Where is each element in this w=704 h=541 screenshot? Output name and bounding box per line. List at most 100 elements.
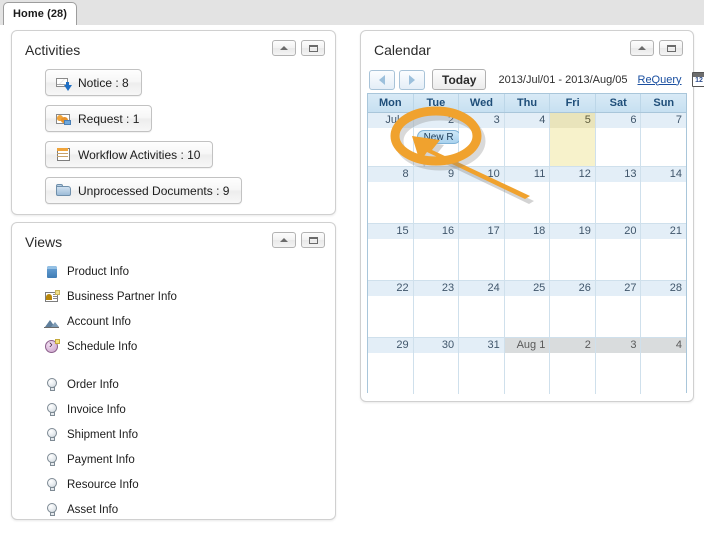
calendar-day-cell[interactable]: 31 — [459, 338, 505, 394]
calendar-day-number: 3 — [459, 113, 504, 128]
calendar-day-cell[interactable]: 22 — [368, 281, 414, 337]
views-maximize-button[interactable] — [301, 232, 325, 248]
calendar-day-number: Aug 1 — [504, 338, 550, 353]
calendar-day-number: 10 — [459, 167, 504, 182]
activities-collapse-button[interactable] — [272, 40, 296, 56]
calendar-day-cell[interactable]: 11 — [504, 167, 551, 223]
calendar-day-number: 2 — [413, 113, 459, 128]
calendar-day-cell[interactable]: 4 — [504, 113, 551, 166]
next-arrow-icon — [409, 74, 415, 85]
calendar-day-cell[interactable]: 16 — [413, 224, 460, 280]
views-item-invoice-info[interactable]: Invoice Info — [44, 397, 177, 422]
calendar-maximize-button[interactable] — [659, 40, 683, 56]
calendar-day-cell[interactable]: Jul 1 — [368, 113, 414, 166]
calendar-day-cell[interactable]: 14 — [641, 167, 687, 223]
calendar-collapse-button[interactable] — [630, 40, 654, 56]
calendar-day-cell[interactable]: 20 — [595, 224, 642, 280]
calendar-day-cell[interactable]: 29 — [368, 338, 414, 394]
views-item-business-partner-info[interactable]: Business Partner Info — [44, 284, 177, 309]
views-panel: Views Product Info Business Partner Info — [11, 222, 336, 520]
calendar-day-number: 16 — [413, 224, 459, 239]
activity-button-notice[interactable]: Notice : 8 — [45, 69, 142, 96]
calendar-day-cell-other-month[interactable]: 2 — [550, 338, 596, 394]
calendar-day-number: Jul 1 — [368, 113, 413, 128]
calendar-day-cell[interactable]: 15 — [368, 224, 414, 280]
calendar-day-number: 8 — [368, 167, 413, 182]
views-item-shipment-info[interactable]: Shipment Info — [44, 422, 177, 447]
calendar-next-button[interactable] — [399, 69, 425, 90]
prev-arrow-icon — [379, 74, 385, 85]
bulb-icon — [44, 402, 60, 418]
views-item-payment-info[interactable]: Payment Info — [44, 447, 177, 472]
calendar-day-cell[interactable]: 8 — [368, 167, 414, 223]
views-item-product-info[interactable]: Product Info — [44, 259, 177, 284]
calendar-day-cell-other-month[interactable]: 4 — [641, 338, 687, 394]
views-item-asset-info[interactable]: Asset Info — [44, 497, 177, 522]
calendar-today-button[interactable]: Today — [432, 69, 487, 90]
activity-row: Request : 1 — [45, 105, 242, 141]
calendar-day-cell-other-month[interactable]: Aug 1 — [504, 338, 551, 394]
calendar-day-cell[interactable]: 10 — [459, 167, 505, 223]
activity-button-unprocessed-documents[interactable]: Unprocessed Documents : 9 — [45, 177, 243, 204]
calendar-day-cell[interactable]: 9 — [413, 167, 460, 223]
calendar-day-cell-other-month[interactable]: 3 — [595, 338, 642, 394]
calendar-day-number: 12 — [550, 167, 595, 182]
account-chart-icon — [44, 314, 60, 330]
calendar-day-cell[interactable]: 24 — [459, 281, 505, 337]
views-item-order-info[interactable]: Order Info — [44, 372, 177, 397]
calendar-weekday-sat: Sat — [596, 94, 642, 112]
calendar-week-row: 22 23 24 25 26 27 28 — [368, 281, 687, 338]
calendar-day-number: 30 — [413, 338, 459, 353]
calendar-day-cell[interactable]: 2 New R — [413, 113, 461, 166]
calendar-day-cell[interactable]: 12 — [550, 167, 596, 223]
collapse-icon — [280, 46, 288, 50]
views-item-schedule-info[interactable]: Schedule Info — [44, 334, 177, 359]
calendar-day-cell[interactable]: 19 — [550, 224, 596, 280]
calendar-day-cell[interactable]: 7 — [641, 113, 687, 166]
calendar-day-number: 14 — [641, 167, 687, 182]
activity-button-request[interactable]: Request : 1 — [45, 105, 153, 132]
activity-button-workflow-activities[interactable]: Workflow Activities : 10 — [45, 141, 214, 168]
calendar-day-number: 23 — [413, 281, 459, 296]
calendar-picker-icon[interactable]: 12 — [691, 72, 704, 87]
activities-maximize-button[interactable] — [301, 40, 325, 56]
calendar-week-row: 8 9 10 11 12 13 14 — [368, 167, 687, 224]
maximize-icon — [308, 44, 318, 52]
calendar-day-cell[interactable]: 25 — [504, 281, 551, 337]
views-item-account-info[interactable]: Account Info — [44, 309, 177, 334]
calendar-requery-link[interactable]: ReQuery — [638, 74, 682, 86]
calendar-day-cell[interactable]: 18 — [504, 224, 551, 280]
calendar-day-cell[interactable]: 28 — [641, 281, 687, 337]
calendar-event-chip[interactable]: New R — [416, 130, 461, 144]
views-item-label: Business Partner Info — [67, 290, 177, 303]
calendar-day-cell-today[interactable]: 5 — [550, 113, 596, 166]
views-item-resource-info[interactable]: Resource Info — [44, 472, 177, 497]
calendar-day-cell[interactable]: 6 — [595, 113, 642, 166]
calendar-week-row: Jul 1 2 New R 3 4 5 6 7 — [368, 113, 687, 167]
calendar-day-cell[interactable]: 17 — [459, 224, 505, 280]
calendar-day-cell[interactable]: 26 — [550, 281, 596, 337]
views-collapse-button[interactable] — [272, 232, 296, 248]
calendar-day-cell[interactable]: 21 — [641, 224, 687, 280]
views-panel-title: Views — [25, 234, 63, 250]
calendar-day-cell[interactable]: 30 — [413, 338, 460, 394]
calendar-day-cell[interactable]: 23 — [413, 281, 460, 337]
calendar-day-cell[interactable]: 13 — [595, 167, 642, 223]
views-item-label: Schedule Info — [67, 340, 138, 353]
calendar-prev-button[interactable] — [369, 69, 395, 90]
calendar-picker-day: 12 — [695, 77, 703, 84]
bulb-icon — [44, 377, 60, 393]
bulb-icon — [44, 427, 60, 443]
calendar-day-number: 19 — [550, 224, 595, 239]
calendar-weekday-mon: Mon — [368, 94, 414, 112]
calendar-day-number: 31 — [459, 338, 504, 353]
tab-home[interactable]: Home (28) — [3, 2, 77, 25]
request-icon — [56, 111, 72, 127]
views-item-list: Product Info Business Partner Info Accou… — [44, 259, 177, 522]
calendar-toolbar: Today 2013/Jul/01 - 2013/Aug/05 ReQuery … — [369, 69, 704, 90]
calendar-day-number: 26 — [550, 281, 595, 296]
views-item-label: Account Info — [67, 315, 131, 328]
views-panel-tools — [272, 232, 325, 248]
calendar-day-cell[interactable]: 3 — [459, 113, 505, 166]
calendar-day-cell[interactable]: 27 — [595, 281, 642, 337]
